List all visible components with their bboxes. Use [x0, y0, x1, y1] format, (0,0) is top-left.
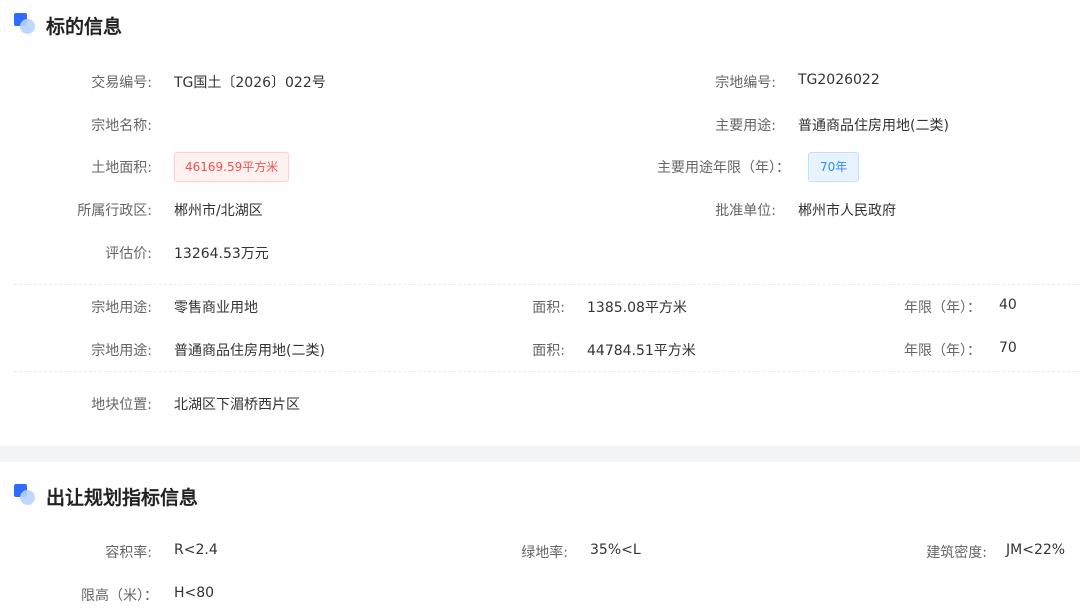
years-value: 40 [999, 297, 1017, 313]
divider [14, 284, 1080, 285]
green-rate-label: 绿地率: [521, 545, 568, 561]
location-value: 北湖区下湄桥西片区 [174, 397, 300, 413]
appraisal-value: 13264.53万元 [174, 246, 269, 262]
use-label: 宗地用途: [91, 300, 152, 316]
divider [14, 371, 1080, 372]
section-title-target-info: 标的信息 [46, 16, 123, 38]
main-use-label: 主要用途: [715, 118, 776, 134]
far-value: R<2.4 [174, 542, 218, 558]
approver-value: 郴州市人民政府 [798, 203, 896, 219]
section-separator [0, 446, 1080, 462]
height-limit-value: H<80 [174, 585, 215, 601]
area-label: 面积: [532, 300, 565, 316]
section-icon [14, 484, 36, 506]
building-density-label: 建筑密度: [926, 545, 987, 561]
location-label: 地块位置: [91, 397, 152, 413]
far-label: 容积率: [105, 545, 152, 561]
appraisal-label: 评估价: [105, 246, 152, 262]
parcel-name-label: 宗地名称: [91, 118, 152, 134]
area-value: 44784.51平方米 [587, 343, 696, 359]
trade-no-value: TG国土〔2026〕022号 [174, 75, 326, 91]
use-value: 零售商业用地 [174, 300, 258, 316]
years-value: 70 [999, 340, 1017, 356]
area-label: 面积: [532, 343, 565, 359]
district-label: 所属行政区: [77, 203, 152, 219]
parcel-no-label: 宗地编号: [715, 75, 776, 91]
land-area-tag: 46169.59平方米 [174, 152, 290, 182]
main-use-years-label: 主要用途年限（年）： [657, 160, 790, 176]
years-label: 年限（年）： [904, 300, 981, 316]
years-label: 年限（年）： [904, 343, 981, 359]
section-title-planning: 出让规划指标信息 [46, 487, 199, 509]
land-area-label: 土地面积: [91, 160, 152, 176]
area-value: 1385.08平方米 [587, 300, 687, 316]
use-label: 宗地用途: [91, 343, 152, 359]
building-density-value: JM<22% [1006, 542, 1066, 558]
main-use-years-tag: 70年 [808, 152, 860, 182]
trade-no-label: 交易编号: [91, 75, 152, 91]
main-use-value: 普通商品住房用地(二类) [798, 118, 949, 134]
use-value: 普通商品住房用地(二类) [174, 343, 325, 359]
district-value: 郴州市/北湖区 [174, 203, 263, 219]
approver-label: 批准单位: [715, 203, 776, 219]
height-limit-label: 限高（米）： [81, 588, 158, 604]
parcel-no-value: TG2026022 [798, 72, 880, 88]
green-rate-value: 35%<L [590, 542, 641, 558]
section-icon [14, 13, 36, 35]
